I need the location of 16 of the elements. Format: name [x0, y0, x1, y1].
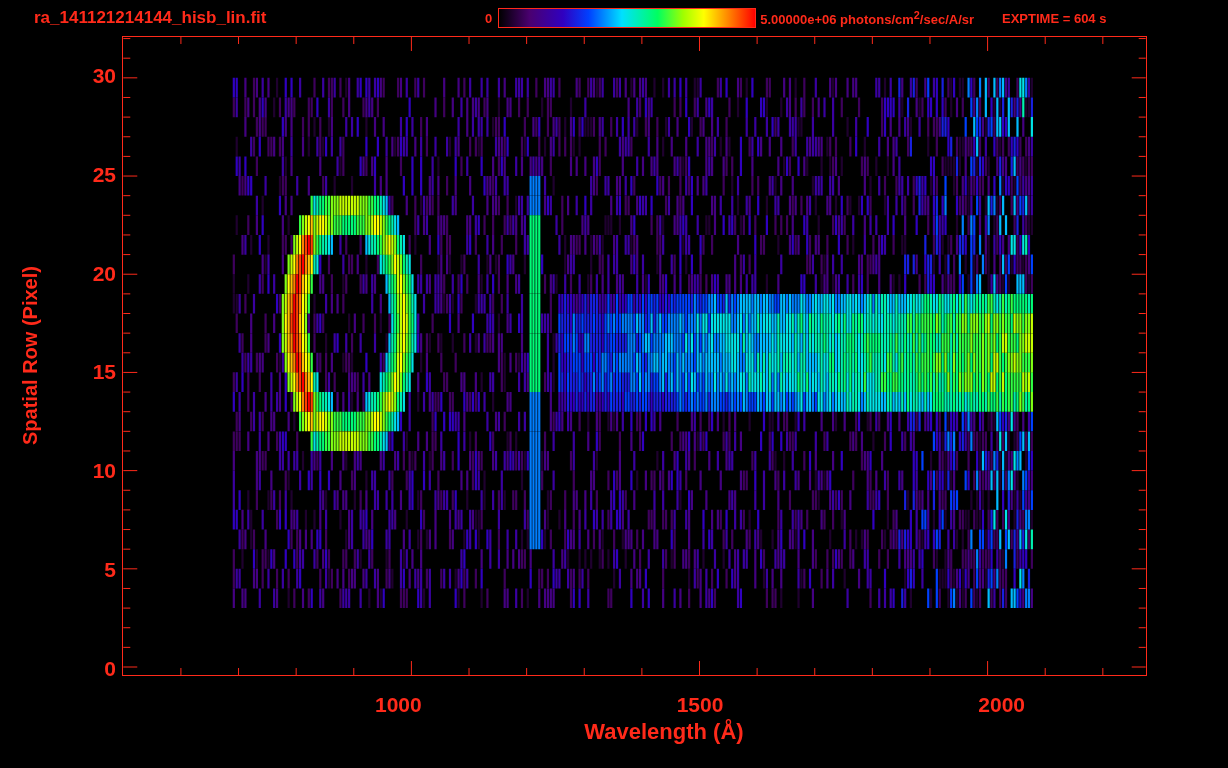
- y-axis-label: Spatial Row (Pixel): [18, 266, 42, 445]
- x-tick-label: 1500: [676, 695, 724, 715]
- colorbar-min-label: 0: [485, 10, 493, 26]
- plot-title: ra_141121214144_hisb_lin.fit: [34, 8, 268, 28]
- y-tick-label: 0: [104, 658, 116, 679]
- y-tick-label: 25: [92, 164, 116, 185]
- exposure-time: EXPTIME = 604 s: [1002, 10, 1107, 26]
- x-axis-label: Wavelength (Å): [584, 719, 744, 745]
- y-tick-label: 30: [92, 66, 116, 86]
- y-tick-label: 20: [92, 263, 116, 284]
- y-tick-label: 5: [104, 560, 116, 581]
- y-tick-label: 10: [92, 461, 116, 482]
- x-tick-label: 2000: [978, 695, 1025, 715]
- x-tick-label: 1000: [375, 695, 422, 715]
- y-tick-label: 15: [92, 362, 116, 383]
- colorbar-max-label: 5.00000e+06 photons/cm$^{2}$/sec/A/sr: [760, 8, 975, 28]
